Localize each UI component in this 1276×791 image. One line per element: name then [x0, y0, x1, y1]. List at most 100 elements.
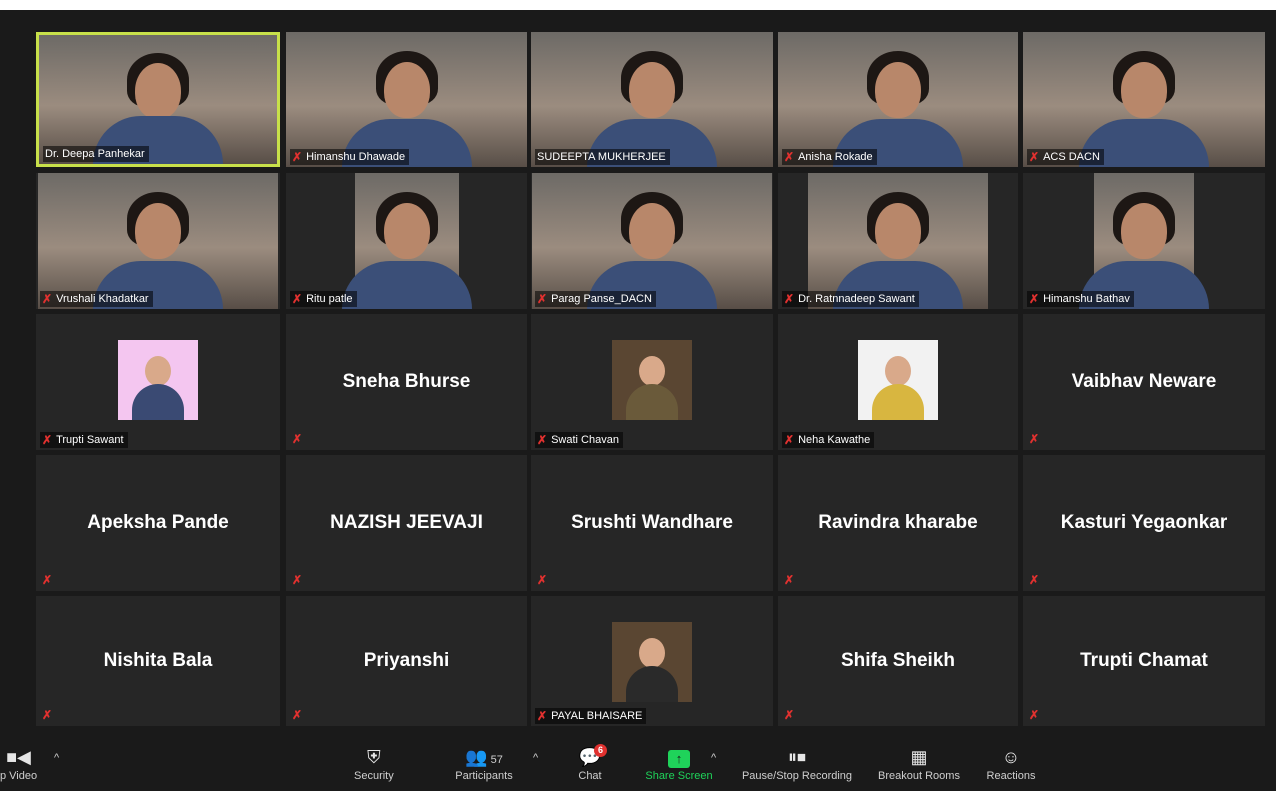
participant-tile[interactable]: ✗ Dr. Ratnnadeep Sawant [778, 173, 1018, 309]
breakout-label: Breakout Rooms [878, 770, 960, 782]
gallery-grid: Dr. Deepa Panhekar ✗ Himanshu Dhawade SUDEE… [36, 32, 1268, 726]
participant-tile[interactable]: ✗ Parag Panse_DACN [531, 173, 773, 309]
participant-name: Anisha Rokade [798, 151, 873, 163]
participant-display-name: Ravindra kharabe [818, 512, 978, 533]
participant-name-label: ✗ PAYAL BHAISARE [535, 708, 647, 724]
participant-display-name: Trupti Chamat [1080, 650, 1208, 671]
participant-display-name: Priyanshi [363, 650, 450, 671]
muted-mic-icon: ✗ [784, 292, 795, 306]
muted-mic-icon: ✗ [537, 433, 548, 447]
recording-label: Pause/Stop Recording [741, 770, 853, 782]
muted-mic-icon: ✗ [537, 292, 548, 306]
participant-video [1079, 173, 1209, 309]
participants-button[interactable]: 👥 57 Participants [451, 744, 517, 782]
participant-tile[interactable]: ✗ Neha Kawathe [778, 314, 1018, 450]
participants-label: Participants [455, 770, 513, 782]
window-top-strip [0, 0, 1276, 10]
share-options-caret-icon[interactable]: ^ [711, 752, 716, 764]
participant-video [38, 173, 278, 309]
participant-avatar [612, 622, 692, 702]
participant-name-label: SUDEEPTA MUKHERJEE [535, 149, 670, 165]
muted-mic-icon: ✗ [42, 573, 53, 587]
reactions-button[interactable]: ☺ Reactions [983, 744, 1039, 782]
participant-tile[interactable]: ✗ Himanshu Bathav [1023, 173, 1265, 309]
participant-tile[interactable]: Sneha Bhurse ✗ [286, 314, 527, 450]
participant-display-name: Apeksha Pande [87, 512, 229, 533]
participant-video [808, 173, 988, 309]
participant-avatar [858, 340, 938, 420]
participant-avatar [612, 340, 692, 420]
muted-mic-icon: ✗ [1029, 150, 1040, 164]
participant-name: Himanshu Dhawade [306, 151, 406, 163]
participant-name-label: ✗ ACS DACN [1027, 149, 1104, 165]
participant-name: Neha Kawathe [798, 434, 871, 446]
participant-name: Swati Chavan [551, 434, 619, 446]
participant-tile[interactable]: Trupti Chamat ✗ [1023, 596, 1265, 726]
participant-display-name: Vaibhav Neware [1071, 371, 1217, 392]
participant-tile[interactable]: Priyanshi ✗ [286, 596, 527, 726]
security-label: Security [354, 770, 394, 782]
participant-tile[interactable]: SUDEEPTA MUKHERJEE [531, 32, 773, 167]
participants-options-caret-icon[interactable]: ^ [533, 752, 538, 764]
participant-tile[interactable]: Kasturi Yegaonkar ✗ [1023, 455, 1265, 591]
participant-name-label: ✗ Vrushali Khadatkar [40, 291, 153, 307]
participant-tile[interactable]: ✗ Anisha Rokade [778, 32, 1018, 167]
participant-tile[interactable]: Vaibhav Neware ✗ [1023, 314, 1265, 450]
participant-video [1023, 32, 1265, 167]
shield-icon: ⛨ [367, 747, 381, 767]
participants-icon: 👥 57 [465, 747, 503, 767]
participant-name-label: ✗ Parag Panse_DACN [535, 291, 656, 307]
muted-mic-icon: ✗ [784, 433, 795, 447]
participant-video [778, 32, 1018, 167]
participant-tile[interactable]: Dr. Deepa Panhekar [36, 32, 280, 167]
participant-tile[interactable]: ✗ ACS DACN [1023, 32, 1265, 167]
participant-tile[interactable]: NAZISH JEEVAJI ✗ [286, 455, 527, 591]
video-options-caret-icon[interactable]: ^ [54, 752, 59, 764]
meeting-toolbar: ■◀ p Video ^ ⛨ Security 👥 57 Participants… [0, 738, 1276, 791]
share-screen-label: Share Screen [645, 770, 713, 782]
participant-display-name: NAZISH JEEVAJI [330, 512, 483, 533]
participant-display-name: Shifa Sheikh [840, 650, 956, 671]
video-camera-icon: ■◀ [6, 747, 31, 767]
participant-video [341, 173, 472, 309]
share-screen-button[interactable]: ↑ Share Screen [642, 744, 716, 782]
participant-name-label: ✗ Swati Chavan [535, 432, 623, 448]
participant-name-label: ✗ Himanshu Dhawade [290, 149, 410, 165]
stop-video-button[interactable]: ■◀ p Video [0, 744, 37, 782]
participant-name: ACS DACN [1043, 151, 1100, 163]
participant-tile[interactable]: Ravindra kharabe ✗ [778, 455, 1018, 591]
participant-tile[interactable]: Nishita Bala ✗ [36, 596, 280, 726]
participant-avatar [118, 340, 198, 420]
muted-mic-icon: ✗ [784, 150, 795, 164]
muted-mic-icon: ✗ [42, 292, 53, 306]
muted-mic-icon: ✗ [1029, 573, 1040, 587]
participant-tile[interactable]: ✗ Trupti Sawant [36, 314, 280, 450]
participant-name-label: Dr. Deepa Panhekar [43, 146, 149, 162]
participant-tile[interactable]: ✗ Vrushali Khadatkar [36, 173, 280, 309]
breakout-rooms-button[interactable]: ▦ Breakout Rooms [872, 744, 966, 782]
participant-display-name: Srushti Wandhare [571, 512, 733, 533]
participant-name: Parag Panse_DACN [551, 293, 652, 305]
chat-button[interactable]: 💬 6 Chat [576, 744, 608, 782]
muted-mic-icon: ✗ [42, 708, 53, 722]
muted-mic-icon: ✗ [292, 573, 303, 587]
participant-name-label: ✗ Dr. Ratnnadeep Sawant [782, 291, 919, 307]
participant-name: Vrushali Khadatkar [56, 293, 149, 305]
participant-tile[interactable]: ✗ PAYAL BHAISARE [531, 596, 773, 726]
muted-mic-icon: ✗ [1029, 432, 1040, 446]
participant-name-label: ✗ Ritu patle [290, 291, 357, 307]
muted-mic-icon: ✗ [784, 708, 795, 722]
participant-display-name: Nishita Bala [103, 650, 213, 671]
participant-name: SUDEEPTA MUKHERJEE [537, 151, 666, 163]
participant-display-name: Kasturi Yegaonkar [1060, 512, 1228, 533]
pause-stop-recording-button[interactable]: ⏸⏹ Pause/Stop Recording [736, 744, 858, 782]
participant-tile[interactable]: Apeksha Pande ✗ [36, 455, 280, 591]
participant-tile[interactable]: ✗ Swati Chavan [531, 314, 773, 450]
participant-tile[interactable]: ✗ Himanshu Dhawade [286, 32, 527, 167]
participant-tile[interactable]: ✗ Ritu patle [286, 173, 527, 309]
participant-tile[interactable]: Srushti Wandhare ✗ [531, 455, 773, 591]
muted-mic-icon: ✗ [784, 573, 795, 587]
participant-tile[interactable]: Shifa Sheikh ✗ [778, 596, 1018, 726]
participant-video [532, 173, 772, 309]
security-button[interactable]: ⛨ Security [354, 744, 394, 782]
